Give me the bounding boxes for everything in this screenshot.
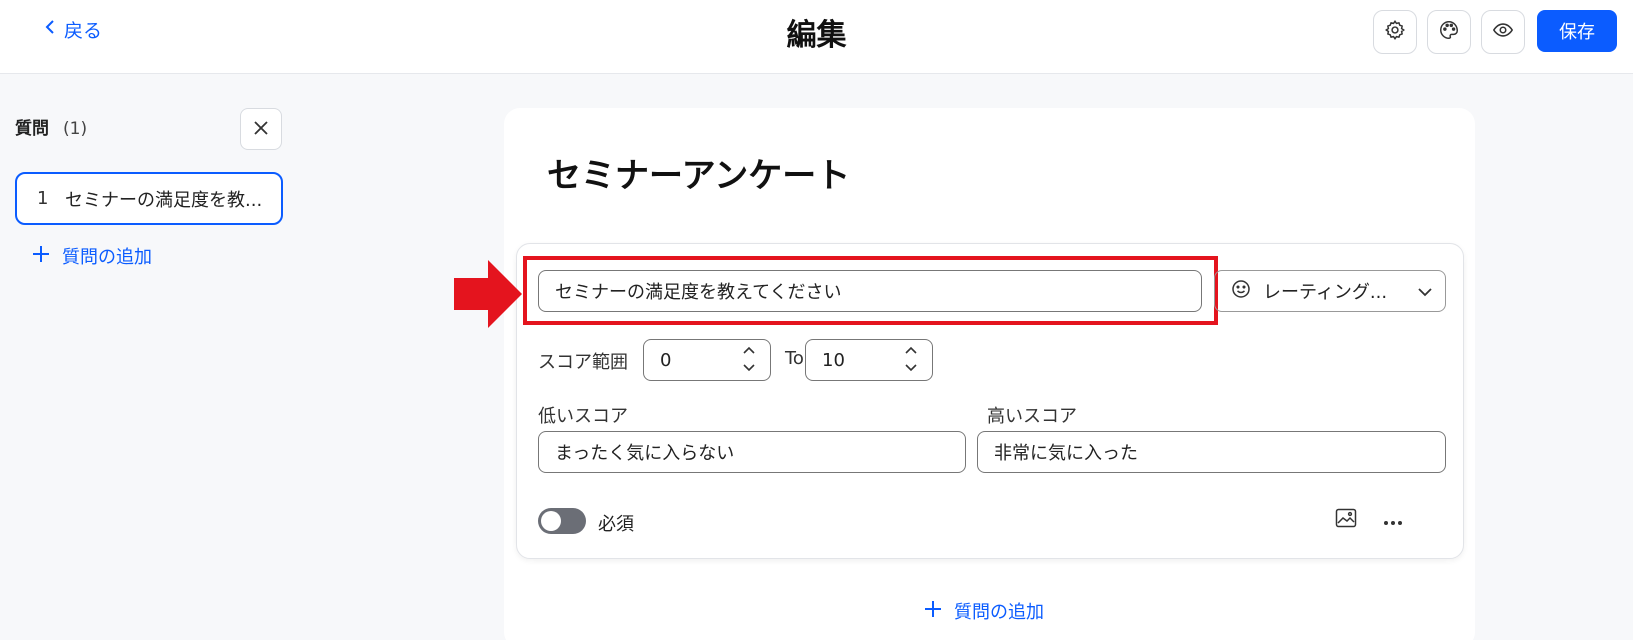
high-score-label: 高いスコア	[987, 406, 1077, 427]
sidebar-add-question-button[interactable]: 質問の追加	[32, 243, 152, 269]
question-number: 1	[37, 188, 49, 209]
chevron-down-icon	[1417, 281, 1433, 302]
chevron-left-icon	[44, 19, 56, 40]
questions-heading: 質問 (1)	[15, 114, 87, 139]
close-sidebar-button[interactable]	[240, 108, 282, 150]
to-label: To	[785, 348, 804, 369]
score-range-label: スコア範囲	[538, 352, 628, 373]
image-icon	[1335, 508, 1357, 532]
survey-panel: セミナーアンケート セミナーの満足度を教えてください レーティング... スコア…	[504, 108, 1475, 640]
save-button[interactable]: 保存	[1537, 10, 1617, 52]
more-horizontal-icon	[1383, 511, 1403, 530]
score-max-value: 10	[822, 349, 845, 371]
survey-title[interactable]: セミナーアンケート	[547, 148, 850, 197]
question-type-label: レーティング...	[1263, 282, 1388, 303]
more-options-button[interactable]	[1377, 504, 1409, 536]
low-score-input[interactable]: まったく気に入らない	[538, 431, 966, 473]
sidebar-question-label: セミナーの満足度を教...	[65, 189, 263, 211]
plus-icon	[924, 600, 942, 623]
questions-heading-label: 質問	[15, 119, 49, 139]
back-label: 戻る	[64, 20, 103, 42]
theme-button[interactable]	[1427, 10, 1471, 54]
add-image-button[interactable]	[1330, 504, 1362, 536]
high-score-input[interactable]: 非常に気に入った	[977, 431, 1446, 473]
required-label: 必須	[598, 514, 634, 535]
close-icon	[254, 120, 268, 139]
preview-button[interactable]	[1481, 10, 1525, 54]
back-link[interactable]: 戻る	[44, 16, 102, 43]
annotation-arrow-icon	[454, 260, 522, 332]
score-min-input[interactable]: 0	[643, 339, 771, 381]
question-card: セミナーの満足度を教えてください レーティング... スコア範囲 0 To 10…	[516, 243, 1464, 559]
sidebar-question-item[interactable]: 1 セミナーの満足度を教...	[15, 172, 283, 225]
question-type-select[interactable]: レーティング...	[1214, 270, 1446, 312]
required-toggle[interactable]	[538, 508, 586, 534]
score-min-stepper[interactable]	[742, 344, 756, 374]
score-max-stepper[interactable]	[904, 344, 918, 374]
score-max-input[interactable]: 10	[805, 339, 933, 381]
add-question-label: 質問の追加	[954, 602, 1044, 623]
settings-button[interactable]	[1373, 10, 1417, 54]
low-score-label: 低いスコア	[538, 406, 628, 427]
gear-icon	[1384, 19, 1406, 45]
add-question-label: 質問の追加	[62, 247, 152, 268]
add-question-button[interactable]: 質問の追加	[924, 598, 1044, 624]
plus-icon	[32, 245, 50, 268]
top-header: 戻る 編集 保存	[0, 0, 1633, 74]
smiley-icon	[1231, 279, 1251, 304]
question-text-input[interactable]: セミナーの満足度を教えてください	[538, 270, 1202, 312]
palette-icon	[1438, 19, 1460, 45]
score-min-value: 0	[660, 349, 672, 371]
eye-icon	[1491, 19, 1515, 45]
questions-count: (1)	[63, 119, 88, 139]
toggle-knob	[541, 511, 561, 531]
